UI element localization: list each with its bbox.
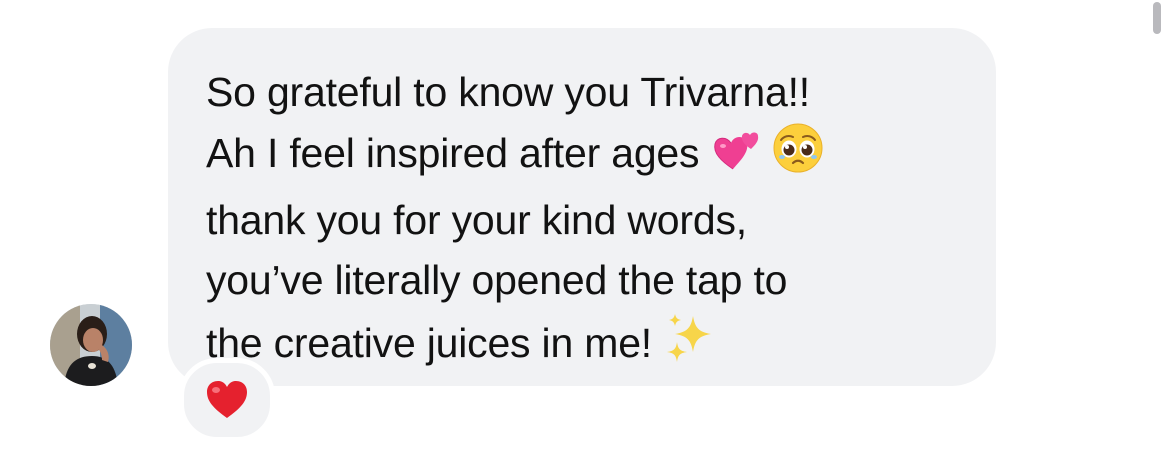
message-line: thank you for your kind words,	[206, 197, 747, 243]
message-line: you’ve literally opened the tap to	[206, 257, 788, 303]
avatar-photo	[50, 304, 132, 386]
red-heart-icon	[205, 380, 249, 420]
reaction-badge[interactable]	[179, 358, 275, 442]
two-hearts-icon	[711, 125, 761, 187]
message-line: the creative juices in me!	[206, 319, 653, 366]
message-bubble[interactable]: So grateful to know you Trivarna!! Ah I …	[168, 28, 996, 386]
message-line-with-emoji: Ah I feel inspired after ages	[206, 122, 956, 190]
chat-thread: So grateful to know you Trivarna!! Ah I …	[0, 0, 1170, 461]
message-line-with-emoji: the creative juices in me!	[206, 310, 956, 382]
pleading-face-icon	[772, 122, 824, 190]
message-line: So grateful to know you Trivarna!!	[206, 69, 810, 115]
message-text: So grateful to know you Trivarna!! Ah I …	[206, 62, 956, 382]
sparkles-icon	[663, 310, 719, 382]
scrollbar[interactable]	[1153, 2, 1161, 34]
message-line: Ah I feel inspired after ages	[206, 129, 700, 176]
avatar[interactable]	[50, 304, 132, 386]
